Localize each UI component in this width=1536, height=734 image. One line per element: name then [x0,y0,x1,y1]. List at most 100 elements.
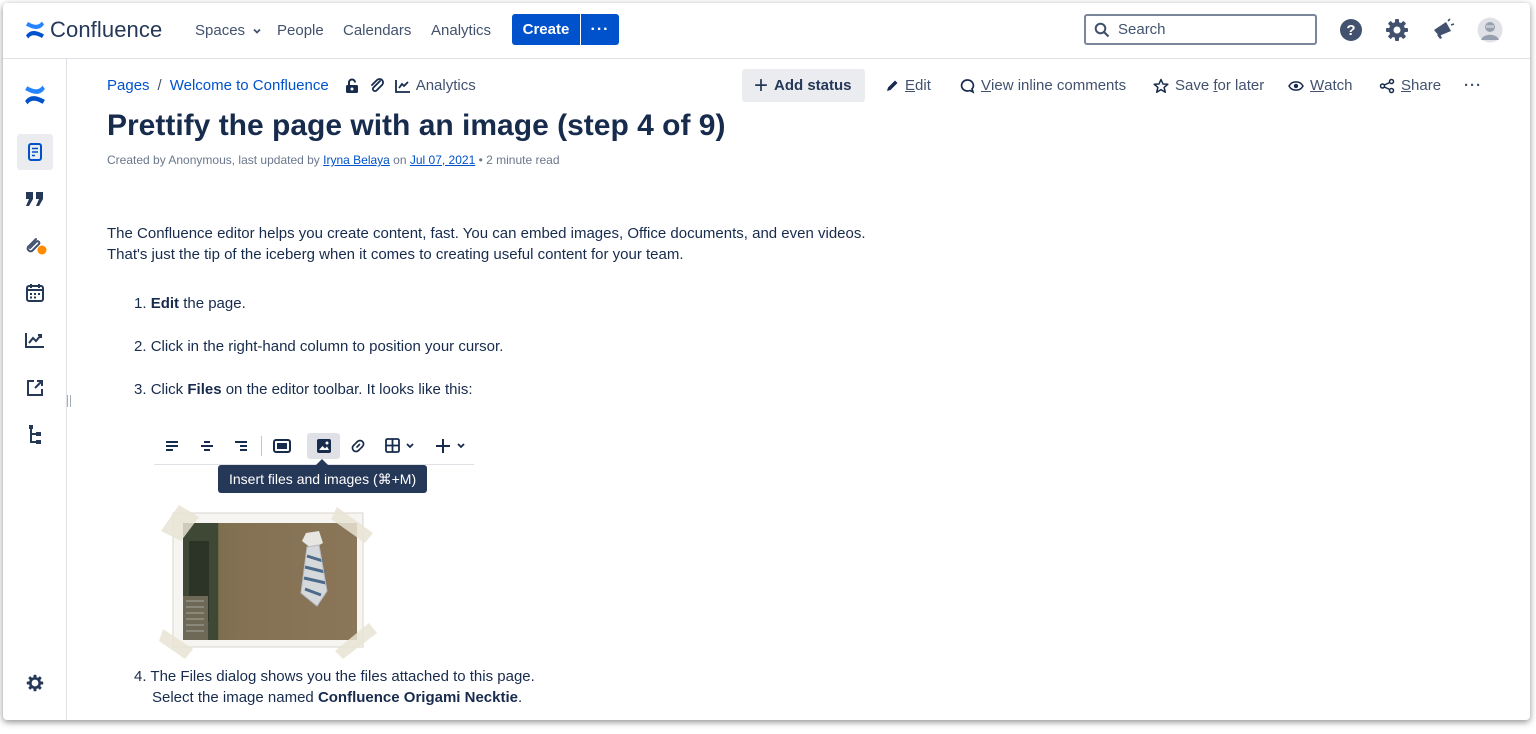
watch-label-post: atch [1324,77,1353,94]
step-number: 3. [134,381,151,398]
comments-label-accesskey: V [981,77,992,94]
analytics-icon[interactable] [394,78,411,94]
comment-bubble-icon [960,78,975,94]
nav-analytics[interactable]: Analytics [431,22,491,39]
eye-icon [1288,80,1304,91]
origami-necktie-photo [159,505,377,659]
step-text-pre: Click [150,381,188,398]
edit-label-post: dit [915,77,931,94]
save-for-later-button[interactable]: Save f or later [1153,77,1264,94]
settings-gear-icon[interactable] [1384,17,1410,43]
confluence-logo-icon [26,21,44,39]
insert-image-icon [307,433,340,459]
nav-analytics-label: Analytics [431,22,492,39]
step-2: 2. Click in the right-hand column to pos… [134,338,503,355]
watch-label-accesskey: W [1310,77,1325,94]
add-status-button[interactable]: + Add status [742,69,865,102]
create-button[interactable]: Create [512,14,580,45]
intro-line-2: That's just the tip of the iceberg when … [107,246,684,263]
space-logo-icon[interactable] [17,77,53,113]
notifications-megaphone-icon[interactable] [1430,17,1456,43]
step-text: The Files dialog shows you the files att… [150,668,535,685]
breadcrumb: Pages / Welcome to Confluence Analytics [107,77,476,94]
step-text-post: . [518,689,523,706]
top-navigation: Confluence Spaces People Calendars Analy… [3,3,1530,59]
breadcrumb-analytics-label[interactable]: Analytics [416,77,476,94]
table-dropdown-icon [383,433,419,459]
step-text: Click in the right-hand column to positi… [150,338,504,355]
sidebar-resize-handle[interactable] [67,395,73,407]
nav-calendars-label: Calendars [343,22,412,39]
nav-people[interactable]: People [277,22,324,39]
search-icon [1094,22,1110,37]
byline-prefix: Created by Anonymous, last updated by [107,153,324,167]
more-actions-button[interactable]: ··· [1464,77,1482,94]
svg-text:?: ? [1346,22,1355,39]
step-bold-text: Edit [150,295,180,312]
byline-date-link[interactable]: Jul 07, 2021 [410,153,475,167]
nav-spaces-label: Spaces [195,22,246,39]
intro-paragraph: The Confluence editor helps you create c… [107,223,907,265]
align-right-icon [232,433,250,459]
nav-people-label: People [277,22,324,39]
intro-line-1: The Confluence editor helps you create c… [107,225,866,242]
attachment-paperclip-icon[interactable] [369,77,385,94]
share-icon [1379,78,1395,93]
external-link-icon[interactable] [17,370,53,406]
page-title: Prettify the page with an image (step 4 … [107,109,726,142]
chevron-down-icon [253,28,261,34]
toolbar-divider [261,436,262,456]
link-icon [348,433,368,459]
search-box[interactable] [1084,14,1317,45]
insert-files-tooltip: Insert files and images (⌘+M) [218,465,428,493]
help-icon[interactable]: ? [1338,17,1364,43]
save-label-post: or later [1217,77,1265,94]
analytics-chart-icon[interactable] [17,322,53,358]
align-left-icon [163,433,181,459]
step-number: 1. [134,295,151,312]
byline-on: on [389,153,410,167]
create-more-button[interactable]: ··· [581,14,619,45]
page-tree-icon[interactable] [17,417,53,453]
confluence-logo[interactable]: Confluence [25,17,162,43]
blog-quote-icon[interactable] [17,181,53,217]
space-settings-gear-icon[interactable] [17,665,53,701]
editor-toolbar-illustration [154,427,474,465]
save-label-pre: Save [1175,77,1214,94]
step-1: 1. Edit the page. [134,295,246,312]
layout-icon [271,433,293,459]
step-text-pre: Select the image named [152,689,318,706]
byline-author-link[interactable]: Iryna Belaya [323,153,390,167]
step-3: 3. Click Files on the editor toolbar. It… [134,381,473,398]
step-number: 2. [134,338,151,355]
byline-suffix: • 2 minute read [475,153,560,167]
share-button[interactable]: Share [1379,77,1441,94]
share-label-accesskey: S [1401,77,1412,94]
page-byline: Created by Anonymous, last updated by Ir… [107,153,560,167]
search-input[interactable] [1118,21,1298,38]
step-4: 4. The Files dialog shows you the files … [134,666,535,708]
breadcrumb-pages-link[interactable]: Pages [107,77,150,94]
unlock-icon[interactable] [345,78,361,94]
align-center-icon [198,433,216,459]
left-sidebar [3,59,67,720]
view-inline-comments-button[interactable]: View inline comments [959,77,1126,94]
edit-button[interactable]: Edit [885,77,931,94]
step-text: on the editor toolbar. It looks like thi… [221,381,473,398]
pages-icon[interactable] [17,134,53,170]
nav-spaces[interactable]: Spaces [195,22,262,39]
confluence-window: Confluence Spaces People Calendars Analy… [3,3,1530,720]
insert-more-dropdown-icon [434,433,470,459]
watch-button[interactable]: Watch [1288,77,1353,94]
step-bold-text: Files [187,381,222,398]
step-number: 4. [134,668,151,685]
breadcrumb-parent-link[interactable]: Welcome to Confluence [170,77,329,94]
calendar-icon[interactable] [17,275,53,311]
nav-calendars[interactable]: Calendars [343,22,411,39]
attachments-paperclip-icon[interactable] [17,228,53,264]
add-status-label: Add status [774,77,852,94]
app-name: Confluence [50,17,163,42]
step-bold-text: Confluence Origami Necktie [317,689,518,706]
user-avatar[interactable] [1477,17,1503,43]
plus-icon: + [754,71,769,99]
